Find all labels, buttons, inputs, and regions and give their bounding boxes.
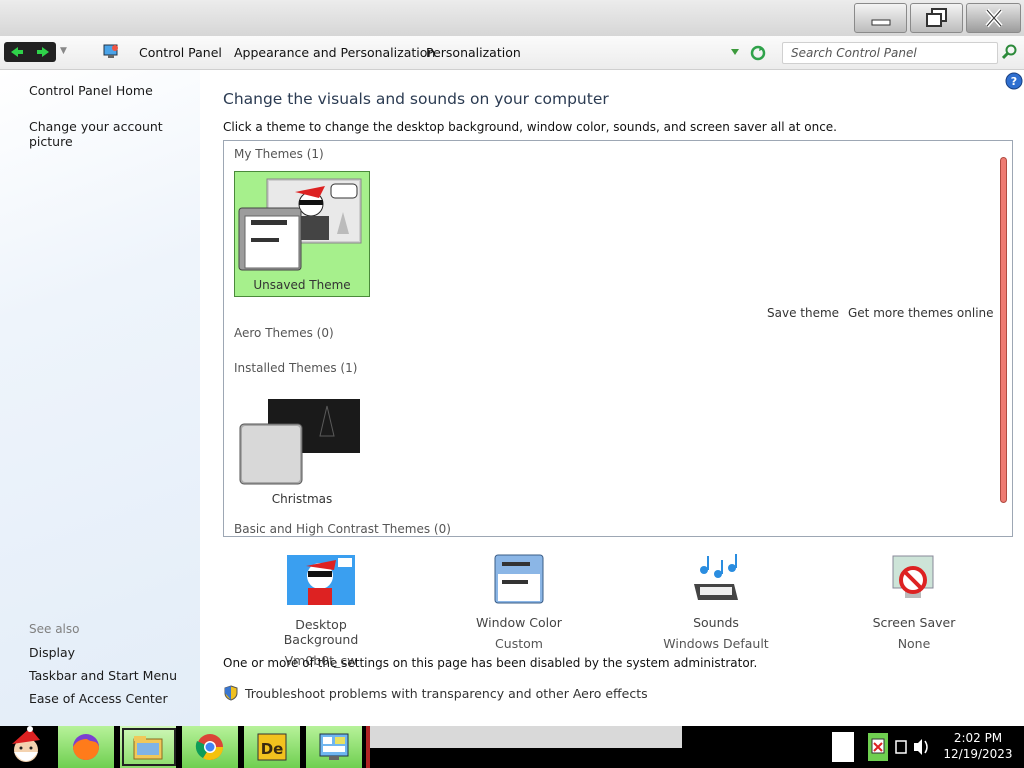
minimize-icon (871, 19, 890, 26)
address-dropdown-icon[interactable] (730, 48, 740, 56)
refresh-icon[interactable] (750, 45, 766, 61)
ease-of-access-link[interactable]: Ease of Access Center (29, 691, 168, 706)
main-content: ? Change the visuals and sounds on your … (200, 70, 1024, 726)
crumb-personalization[interactable]: Personalization (426, 45, 521, 60)
control-panel-icon (103, 44, 118, 58)
change-account-picture-link[interactable]: Change your account picture (29, 119, 200, 149)
search-input[interactable]: Search Control Panel (782, 42, 998, 64)
scrollbar-thumb[interactable] (1000, 157, 1007, 503)
group-installed-themes: Installed Themes (1) (234, 361, 358, 375)
clock-time: 2:02 PM (953, 731, 1003, 745)
theme-unsaved[interactable]: Unsaved Theme (234, 171, 370, 297)
screen-saver-value: None (897, 636, 931, 651)
taskbar-control-panel[interactable] (306, 726, 364, 768)
clock-date: 12/19/2023 (943, 747, 1013, 761)
group-basic-themes: Basic and High Contrast Themes (0) (234, 522, 451, 536)
taskbar-clock[interactable]: 2:02 PM 12/19/2023 (940, 730, 1016, 762)
troubleshoot-link[interactable]: Troubleshoot problems with transparency … (223, 685, 648, 701)
svg-text:De: De (261, 740, 284, 758)
group-aero-themes: Aero Themes (0) (234, 326, 334, 340)
theme-christmas-label: Christmas (271, 492, 333, 506)
theme-list: My Themes (1) Unsaved Theme Save theme G… (223, 140, 1013, 537)
taskbar-de-app[interactable]: De (244, 726, 302, 768)
admin-disabled-note: One or more of the settings on this page… (223, 656, 758, 670)
group-my-themes: My Themes (1) (234, 147, 324, 161)
theme-christmas[interactable]: Christmas (234, 394, 370, 520)
sounds-value: Windows Default (663, 636, 769, 651)
window-color-icon (494, 554, 544, 604)
sounds-setting[interactable]: Sounds Windows Default (651, 554, 781, 651)
taskbar-chrome[interactable] (182, 726, 240, 768)
desktop-background-icon (287, 555, 355, 605)
help-icon[interactable]: ? (1005, 72, 1023, 90)
search-icon[interactable] (1002, 44, 1018, 60)
page-description: Click a theme to change the desktop back… (223, 120, 837, 134)
theme-unsaved-label: Unsaved Theme (253, 278, 351, 292)
taskbar: De 2:02 PM 12/19/2023 (0, 726, 1024, 768)
get-more-themes-link[interactable]: Get more themes online (848, 306, 994, 320)
nav-buttons (4, 42, 56, 62)
start-button[interactable] (0, 726, 52, 768)
recent-pages-dropdown[interactable]: ▼ (60, 46, 67, 56)
title-bar (0, 0, 1024, 36)
notification-box[interactable] (832, 732, 854, 762)
firefox-icon (73, 734, 99, 760)
window-color-setting[interactable]: Window Color Custom (454, 554, 584, 651)
forward-arrow-icon (37, 47, 49, 57)
control-panel-home-link[interactable]: Control Panel Home (29, 83, 153, 98)
control-panel-icon (319, 733, 349, 760)
system-tray (868, 733, 928, 761)
address-bar: ▼ Control Panel Appearance and Personali… (0, 36, 1024, 70)
back-button[interactable] (4, 42, 30, 62)
page-title: Change the visuals and sounds on your co… (223, 90, 609, 108)
taskbar-start-menu-link[interactable]: Taskbar and Start Menu (29, 668, 177, 683)
chrome-icon (195, 734, 224, 761)
save-theme-link[interactable]: Save theme (767, 306, 839, 320)
sounds-title: Sounds (693, 615, 739, 630)
close-icon (984, 8, 1003, 28)
de-icon: De (257, 733, 287, 761)
crumb-appearance[interactable]: Appearance and Personalization (234, 45, 435, 60)
see-also-label: See also (29, 622, 80, 636)
desktop-background-title: Desktop Background (283, 617, 359, 647)
left-pane: Control Panel Home Change your account p… (0, 70, 200, 726)
taskbar-empty-region (370, 726, 682, 748)
svg-text:?: ? (1011, 75, 1017, 88)
explorer-icon (133, 736, 163, 760)
back-arrow-icon (11, 47, 23, 57)
troubleshoot-label: Troubleshoot problems with transparency … (245, 685, 648, 701)
shield-icon (224, 685, 238, 701)
screen-saver-title: Screen Saver (872, 615, 956, 630)
sounds-icon (694, 554, 738, 600)
restore-icon (925, 8, 947, 27)
theme-list-scrollbar[interactable] (999, 155, 1009, 517)
taskbar-firefox[interactable] (58, 726, 116, 768)
display-link[interactable]: Display (29, 645, 75, 660)
santa-start-icon (12, 726, 40, 762)
restore-button[interactable] (910, 3, 963, 33)
window-color-title: Window Color (476, 615, 562, 630)
unsaved-theme-preview (238, 178, 362, 271)
window-color-value: Custom (495, 636, 543, 651)
forward-button[interactable] (30, 42, 56, 62)
christmas-theme-preview (239, 399, 360, 485)
screen-saver-setting[interactable]: Screen Saver None (849, 554, 979, 651)
crumb-control-panel[interactable]: Control Panel (139, 45, 222, 60)
minimize-button[interactable] (854, 3, 907, 33)
screen-saver-icon (892, 555, 934, 598)
close-button[interactable] (966, 3, 1021, 33)
desktop-background-setting[interactable]: Desktop Background Vm0b0t_cw (256, 554, 386, 668)
taskbar-explorer[interactable] (120, 726, 178, 768)
